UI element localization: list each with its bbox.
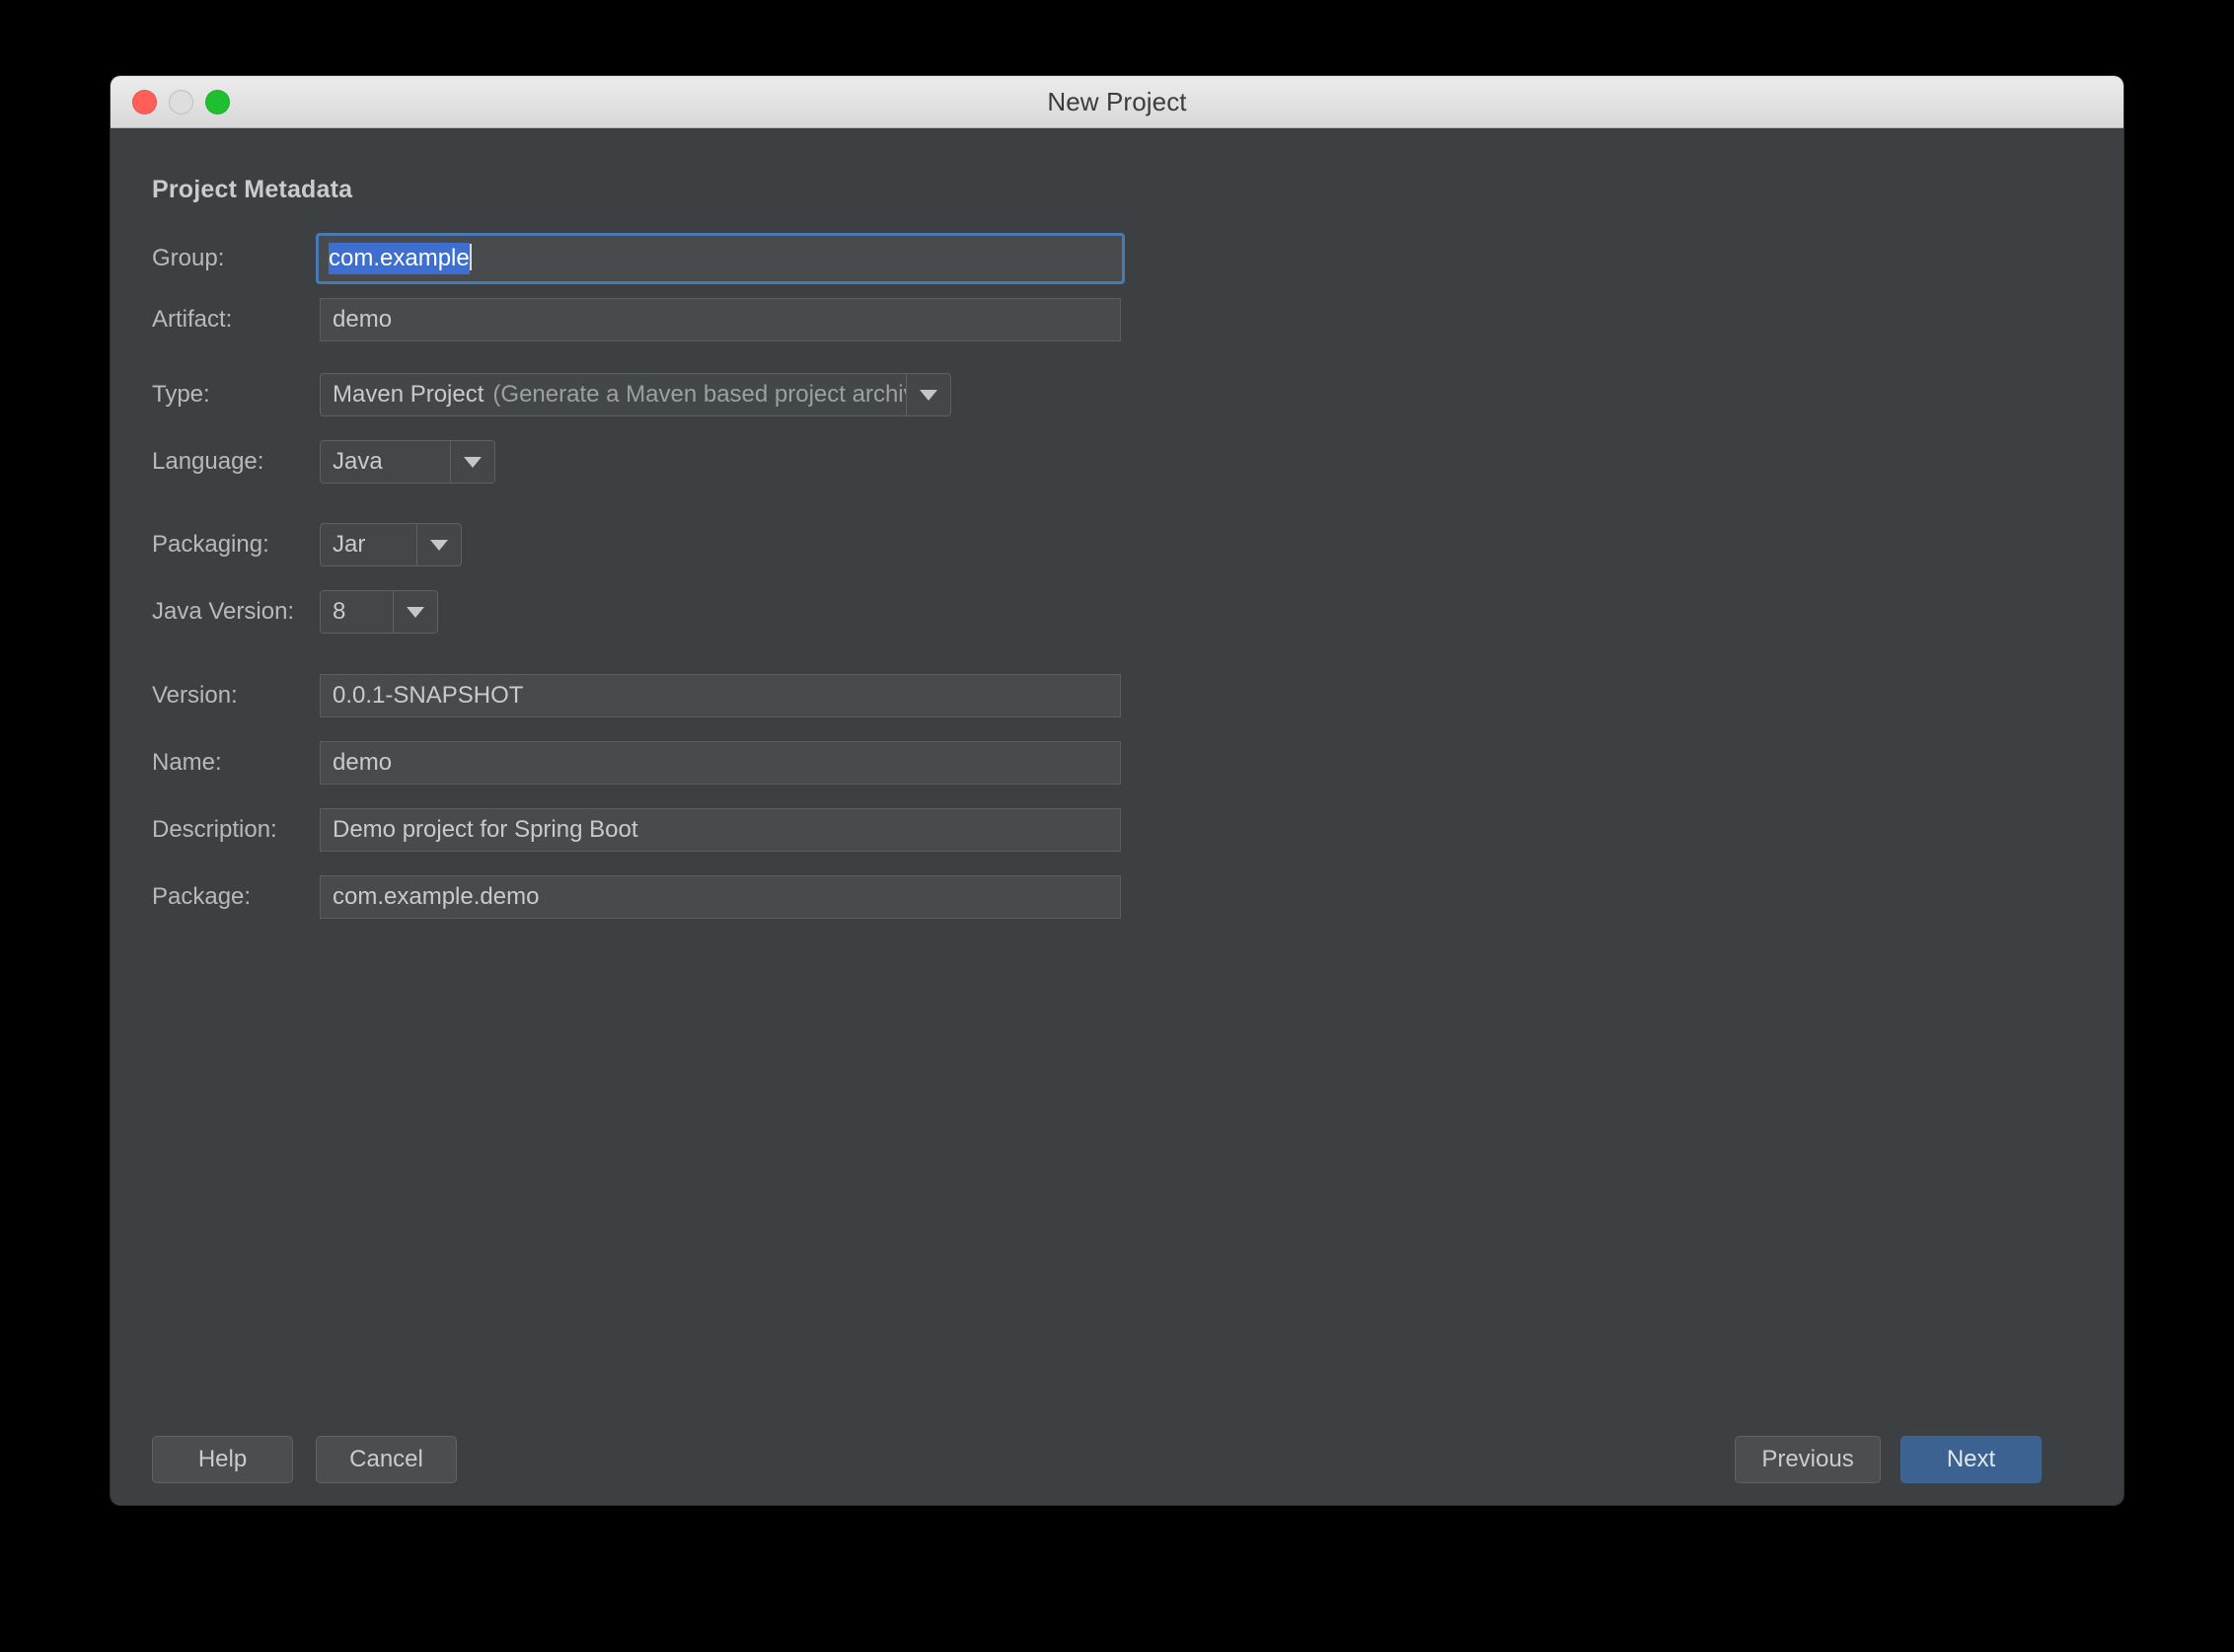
text-caret [469,244,472,270]
package-input[interactable]: com.example.demo [320,875,1121,919]
version-input[interactable]: 0.0.1-SNAPSHOT [320,674,1121,717]
artifact-label: Artifact: [152,306,233,333]
form-row-package: Package: com.example.demo [152,875,1514,919]
form-row-language: Language: Java [152,440,1514,484]
type-label: Type: [152,381,210,408]
description-input[interactable]: Demo project for Spring Boot [320,808,1121,852]
chevron-down-icon[interactable] [906,374,950,415]
language-dropdown[interactable]: Java [320,440,495,484]
new-project-dialog: New Project Project Metadata Group: com.… [111,76,2123,1505]
artifact-input[interactable]: demo [320,298,1121,341]
java-version-label: Java Version: [152,598,295,625]
group-label: Group: [152,245,225,271]
java-version-value: 8 [333,598,346,625]
next-button[interactable]: Next [1900,1436,2042,1483]
form-row-java-version: Java Version: 8 [152,590,1514,634]
name-input[interactable]: demo [320,741,1121,785]
type-dropdown[interactable]: Maven Project (Generate a Maven based pr… [320,373,951,416]
chevron-down-icon[interactable] [416,524,461,565]
page-title: Project Metadata [152,176,353,203]
title-bar: New Project [111,76,2123,128]
previous-button[interactable]: Previous [1735,1436,1881,1483]
form-row-artifact: Artifact: demo [152,298,1514,341]
name-label: Name: [152,749,222,776]
java-version-dropdown[interactable]: 8 [320,590,438,634]
packaging-label: Packaging: [152,531,269,558]
language-value: Java [333,448,383,475]
form-row-type: Type: Maven Project (Generate a Maven ba… [152,373,1514,416]
help-button[interactable]: Help [152,1436,293,1483]
group-input-value: com.example [329,243,470,274]
packaging-dropdown[interactable]: Jar [320,523,462,566]
cancel-button[interactable]: Cancel [316,1436,457,1483]
group-input[interactable]: com.example [316,233,1125,284]
type-value: Maven Project [333,381,484,408]
package-label: Package: [152,883,252,910]
form-row-packaging: Packaging: Jar [152,523,1514,566]
chevron-down-icon[interactable] [450,441,494,483]
form-row-group: Group: com.example [152,233,1514,284]
packaging-value: Jar [333,531,366,558]
form-row-version: Version: 0.0.1-SNAPSHOT [152,674,1514,717]
version-label: Version: [152,682,238,709]
language-label: Language: [152,448,264,475]
window-title: New Project [1047,87,1187,116]
dialog-body: Project Metadata Group: com.example Arti… [111,128,2123,1505]
type-value-detail: (Generate a Maven based project archive) [492,381,906,408]
form-row-name: Name: demo [152,741,1514,785]
description-label: Description: [152,816,277,843]
form-row-description: Description: Demo project for Spring Boo… [152,808,1514,852]
chevron-down-icon[interactable] [393,591,437,633]
